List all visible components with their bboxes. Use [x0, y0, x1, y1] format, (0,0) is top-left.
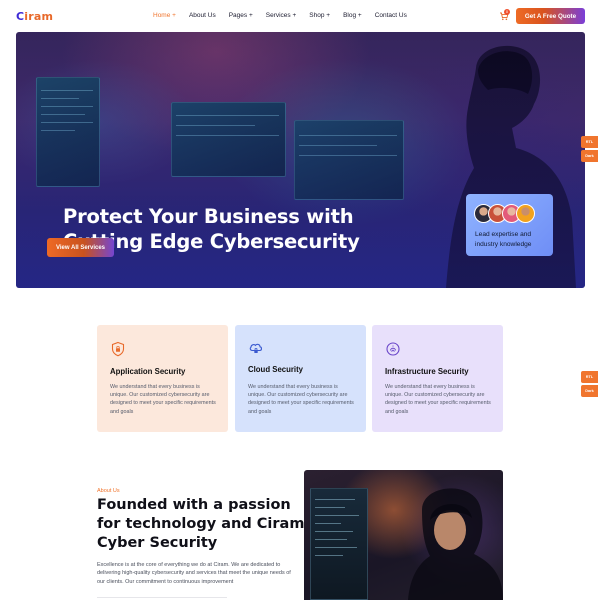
dark-mode-toggle[interactable]: Dark — [581, 150, 598, 162]
nav-item-contact[interactable]: Contact Us — [375, 12, 407, 19]
service-card-title: Cloud Security — [248, 365, 304, 374]
service-card-text: We understand that every business is uni… — [248, 384, 354, 415]
nav-item-home[interactable]: Home + — [153, 12, 176, 19]
nav-item-pages[interactable]: Pages + — [229, 12, 253, 19]
about-kicker: About Us — [97, 488, 120, 494]
main-nav: Home + About Us Pages + Services + Shop … — [153, 12, 420, 19]
dark-mode-toggle[interactable]: Dark — [581, 385, 598, 397]
about-title: Founded with a passion for technology an… — [97, 497, 305, 551]
avatar — [516, 204, 535, 223]
rtl-toggle[interactable]: RTL — [581, 371, 598, 383]
site-logo[interactable]: Ciram — [16, 10, 53, 23]
service-card-infrastructure-security[interactable]: Infrastructure Security We understand th… — [372, 325, 503, 432]
about-divider — [97, 597, 227, 598]
about-image — [304, 470, 503, 600]
nav-item-blog[interactable]: Blog + — [343, 12, 362, 19]
service-card-text: We understand that every business is uni… — [110, 384, 216, 415]
service-card-cloud-security[interactable]: Cloud Security We understand that every … — [235, 325, 366, 432]
rtl-toggle[interactable]: RTL — [581, 136, 598, 148]
service-card-title: Infrastructure Security — [385, 367, 469, 376]
service-card-text: We understand that every business is uni… — [385, 384, 491, 415]
free-quote-button[interactable]: Get A Free Quote — [516, 8, 585, 24]
nav-item-shop[interactable]: Shop + — [309, 12, 330, 19]
about-text: Excellence is at the core of everything … — [97, 562, 291, 585]
hero-title-line-1: Protect Your Business with — [63, 205, 354, 228]
site-header: Ciram Home + About Us Pages + Services +… — [0, 0, 600, 32]
view-all-services-button[interactable]: View All Services — [47, 238, 114, 257]
service-card-title: Application Security — [110, 367, 186, 376]
nav-item-services[interactable]: Services + — [266, 12, 297, 19]
logo-text: iram — [24, 10, 54, 23]
cloud-lock-icon — [249, 343, 263, 353]
expert-text-line-1: Lead expertise and — [475, 231, 532, 238]
shield-lock-icon — [111, 341, 125, 357]
nav-item-about[interactable]: About Us — [189, 12, 216, 19]
service-card-application-security[interactable]: Application Security We understand that … — [97, 325, 228, 432]
cart-count-badge: 0 — [504, 9, 510, 15]
fingerprint-icon — [386, 342, 400, 356]
expert-text-line-2: industry knowledge — [475, 240, 532, 248]
about-image-person — [408, 488, 503, 600]
team-avatars — [474, 204, 535, 223]
expert-text: Lead expertise and industry knowledge — [475, 230, 551, 249]
